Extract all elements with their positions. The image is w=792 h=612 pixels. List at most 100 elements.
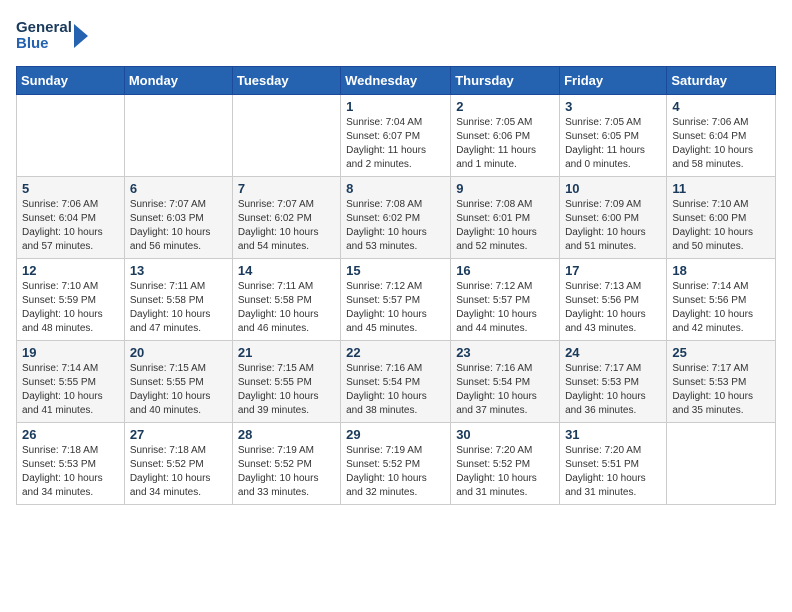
weekday-header-tuesday: Tuesday [232,67,340,95]
day-number: 8 [346,181,445,196]
day-number: 4 [672,99,770,114]
day-cell-4: 4 Sunrise: 7:06 AMSunset: 6:04 PMDaylight… [667,95,776,177]
logo-svg: GeneralBlue [16,16,96,56]
day-info: Sunrise: 7:18 AMSunset: 5:52 PMDaylight:… [130,444,227,500]
day-info: Sunrise: 7:14 AMSunset: 5:56 PMDaylight:… [672,280,770,336]
day-info: Sunrise: 7:12 AMSunset: 5:57 PMDaylight:… [346,280,445,336]
day-cell-16: 16 Sunrise: 7:12 AMSunset: 5:57 PMDayligh… [451,259,560,341]
day-number: 28 [238,427,335,442]
day-cell-9: 9 Sunrise: 7:08 AMSunset: 6:01 PMDaylight… [451,177,560,259]
day-number: 6 [130,181,227,196]
weekday-header-row: SundayMondayTuesdayWednesdayThursdayFrid… [17,67,776,95]
day-info: Sunrise: 7:07 AMSunset: 6:02 PMDaylight:… [238,198,335,254]
day-cell-6: 6 Sunrise: 7:07 AMSunset: 6:03 PMDaylight… [124,177,232,259]
weekday-header-friday: Friday [560,67,667,95]
day-number: 17 [565,263,661,278]
day-number: 29 [346,427,445,442]
day-number: 3 [565,99,661,114]
day-cell-7: 7 Sunrise: 7:07 AMSunset: 6:02 PMDaylight… [232,177,340,259]
day-info: Sunrise: 7:10 AMSunset: 6:00 PMDaylight:… [672,198,770,254]
logo: GeneralBlue [16,16,96,56]
day-number: 25 [672,345,770,360]
empty-cell [232,95,340,177]
week-row-4: 19 Sunrise: 7:14 AMSunset: 5:55 PMDayligh… [17,341,776,423]
day-info: Sunrise: 7:18 AMSunset: 5:53 PMDaylight:… [22,444,119,500]
day-info: Sunrise: 7:05 AMSunset: 6:05 PMDaylight:… [565,116,661,172]
day-cell-5: 5Sunrise: 7:06 AMSunset: 6:04 PMDaylight… [17,177,125,259]
day-cell-12: 12Sunrise: 7:10 AMSunset: 5:59 PMDayligh… [17,259,125,341]
day-number: 7 [238,181,335,196]
svg-text:Blue: Blue [16,35,49,52]
day-number: 11 [672,181,770,196]
day-cell-23: 23Sunrise: 7:16 AMSunset: 5:54 PMDayligh… [451,341,560,423]
day-number: 20 [130,345,227,360]
day-info: Sunrise: 7:13 AMSunset: 5:56 PMDaylight:… [565,280,661,336]
day-cell-10: 10Sunrise: 7:09 AMSunset: 6:00 PMDayligh… [560,177,667,259]
day-info: Sunrise: 7:17 AMSunset: 5:53 PMDaylight:… [565,362,661,418]
day-info: Sunrise: 7:09 AMSunset: 6:00 PMDaylight:… [565,198,661,254]
day-number: 16 [456,263,554,278]
day-number: 22 [346,345,445,360]
weekday-header-wednesday: Wednesday [341,67,451,95]
day-cell-1: 1 Sunrise: 7:04 AMSunset: 6:07 PMDaylight… [341,95,451,177]
day-info: Sunrise: 7:10 AMSunset: 5:59 PMDaylight:… [22,280,119,336]
day-number: 13 [130,263,227,278]
day-number: 24 [565,345,661,360]
day-number: 27 [130,427,227,442]
weekday-header-sunday: Sunday [17,67,125,95]
day-number: 5 [22,181,119,196]
day-cell-24: 24 Sunrise: 7:17 AMSunset: 5:53 PMDayligh… [560,341,667,423]
day-info: Sunrise: 7:14 AMSunset: 5:55 PMDaylight:… [22,362,119,418]
day-info: Sunrise: 7:08 AMSunset: 6:02 PMDaylight:… [346,198,445,254]
day-cell-31: 31 Sunrise: 7:20 AMSunset: 5:51 PMDayligh… [560,423,667,505]
empty-cell [667,423,776,505]
week-row-1: 1 Sunrise: 7:04 AMSunset: 6:07 PMDaylight… [17,95,776,177]
weekday-header-thursday: Thursday [451,67,560,95]
day-cell-30: 30 Sunrise: 7:20 AMSunset: 5:52 PMDayligh… [451,423,560,505]
day-number: 19 [22,345,119,360]
weekday-header-saturday: Saturday [667,67,776,95]
page-header: GeneralBlue [16,16,776,56]
day-info: Sunrise: 7:15 AMSunset: 5:55 PMDaylight:… [238,362,335,418]
day-cell-25: 25 Sunrise: 7:17 AMSunset: 5:53 PMDayligh… [667,341,776,423]
day-info: Sunrise: 7:19 AMSunset: 5:52 PMDaylight:… [238,444,335,500]
day-info: Sunrise: 7:06 AMSunset: 6:04 PMDaylight:… [672,116,770,172]
day-cell-18: 18Sunrise: 7:14 AMSunset: 5:56 PMDayligh… [667,259,776,341]
day-info: Sunrise: 7:17 AMSunset: 5:53 PMDaylight:… [672,362,770,418]
calendar-table: SundayMondayTuesdayWednesdayThursdayFrid… [16,66,776,505]
day-cell-27: 27 Sunrise: 7:18 AMSunset: 5:52 PMDayligh… [124,423,232,505]
weekday-header-monday: Monday [124,67,232,95]
day-cell-22: 22 Sunrise: 7:16 AMSunset: 5:54 PMDayligh… [341,341,451,423]
day-number: 14 [238,263,335,278]
day-info: Sunrise: 7:12 AMSunset: 5:57 PMDaylight:… [456,280,554,336]
day-info: Sunrise: 7:08 AMSunset: 6:01 PMDaylight:… [456,198,554,254]
day-info: Sunrise: 7:15 AMSunset: 5:55 PMDaylight:… [130,362,227,418]
day-cell-21: 21Sunrise: 7:15 AMSunset: 5:55 PMDayligh… [232,341,340,423]
day-cell-13: 13 Sunrise: 7:11 AMSunset: 5:58 PMDayligh… [124,259,232,341]
day-cell-28: 28 Sunrise: 7:19 AMSunset: 5:52 PMDayligh… [232,423,340,505]
week-row-5: 26Sunrise: 7:18 AMSunset: 5:53 PMDayligh… [17,423,776,505]
empty-cell [17,95,125,177]
day-info: Sunrise: 7:04 AMSunset: 6:07 PMDaylight:… [346,116,445,172]
day-info: Sunrise: 7:07 AMSunset: 6:03 PMDaylight:… [130,198,227,254]
svg-text:General: General [16,19,72,36]
day-info: Sunrise: 7:20 AMSunset: 5:51 PMDaylight:… [565,444,661,500]
day-cell-2: 2 Sunrise: 7:05 AMSunset: 6:06 PMDaylight… [451,95,560,177]
day-number: 31 [565,427,661,442]
day-cell-15: 15Sunrise: 7:12 AMSunset: 5:57 PMDayligh… [341,259,451,341]
day-info: Sunrise: 7:16 AMSunset: 5:54 PMDaylight:… [456,362,554,418]
day-number: 9 [456,181,554,196]
day-info: Sunrise: 7:16 AMSunset: 5:54 PMDaylight:… [346,362,445,418]
day-cell-19: 19 Sunrise: 7:14 AMSunset: 5:55 PMDayligh… [17,341,125,423]
day-number: 2 [456,99,554,114]
day-info: Sunrise: 7:05 AMSunset: 6:06 PMDaylight:… [456,116,554,172]
day-cell-20: 20 Sunrise: 7:15 AMSunset: 5:55 PMDayligh… [124,341,232,423]
day-cell-3: 3 Sunrise: 7:05 AMSunset: 6:05 PMDaylight… [560,95,667,177]
day-cell-29: 29 Sunrise: 7:19 AMSunset: 5:52 PMDayligh… [341,423,451,505]
day-info: Sunrise: 7:19 AMSunset: 5:52 PMDaylight:… [346,444,445,500]
day-info: Sunrise: 7:20 AMSunset: 5:52 PMDaylight:… [456,444,554,500]
week-row-2: 5Sunrise: 7:06 AMSunset: 6:04 PMDaylight… [17,177,776,259]
day-number: 30 [456,427,554,442]
day-info: Sunrise: 7:11 AMSunset: 5:58 PMDaylight:… [130,280,227,336]
day-number: 1 [346,99,445,114]
